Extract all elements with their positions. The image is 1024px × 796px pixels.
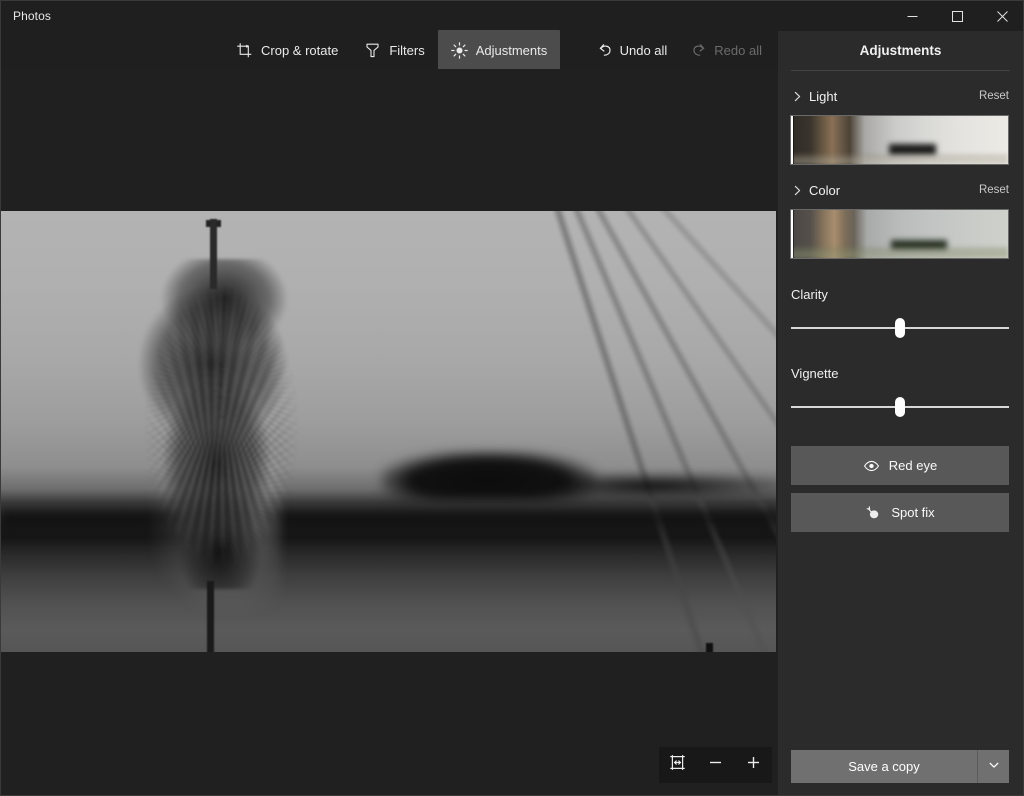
photo-shoreline-far — [561, 473, 776, 499]
red-eye-button[interactable]: Red eye — [791, 446, 1009, 485]
clarity-block: Clarity — [791, 287, 1009, 338]
eye-icon — [863, 457, 880, 474]
edited-photo — [1, 211, 776, 652]
adjustments-panel: Adjustments Light Reset Color Reset Clar… — [778, 31, 1023, 795]
zoom-in-button[interactable] — [736, 749, 770, 781]
section-light-reset[interactable]: Reset — [979, 90, 1009, 102]
fit-to-window-icon — [669, 754, 686, 776]
app-title: Photos — [13, 9, 51, 23]
fit-to-window-button[interactable] — [661, 749, 695, 781]
adjustments-brightness-icon — [450, 41, 468, 59]
close-button[interactable] — [980, 1, 1023, 31]
spot-fix-label: Spot fix — [891, 505, 935, 520]
light-preview-thumbnail — [791, 116, 1008, 164]
section-header-light[interactable]: Light Reset — [789, 83, 1009, 109]
editor-toolbar: Crop & rotate Filters Adjustments Undo a… — [1, 28, 780, 72]
color-thumbnail-image — [791, 210, 1008, 258]
photos-app-window: Photos Crop & rotate Filters Adjustments… — [0, 0, 1024, 796]
vignette-block: Vignette — [791, 366, 1009, 417]
crop-rotate-icon — [236, 42, 253, 59]
undo-icon — [597, 42, 613, 58]
clarity-slider-handle[interactable] — [895, 318, 905, 338]
tab-adjustments-label: Adjustments — [475, 42, 548, 58]
clarity-slider[interactable] — [791, 318, 1009, 338]
title-bar: Photos — [1, 1, 1023, 31]
color-preview-slider[interactable] — [790, 209, 1009, 259]
chevron-right-icon — [789, 182, 805, 198]
spot-fix-button[interactable]: Spot fix — [791, 493, 1009, 532]
section-header-color[interactable]: Color Reset — [789, 177, 1009, 203]
minimize-icon — [907, 11, 918, 22]
vignette-label: Vignette — [791, 366, 839, 381]
tool-group: Crop & rotate Filters Adjustments — [223, 28, 561, 72]
photo-stem-lower — [207, 581, 214, 652]
photo-grass-blades — [476, 211, 776, 652]
minus-icon — [707, 754, 724, 776]
vignette-slider[interactable] — [791, 397, 1009, 417]
redo-all-label: Redo all — [714, 42, 762, 58]
color-thumbnail-foreground — [791, 247, 1008, 258]
photo-cattail-seed-fluff — [119, 253, 324, 598]
tab-crop-rotate-label: Crop & rotate — [261, 42, 339, 58]
zoom-toolbar — [659, 747, 772, 783]
minimize-button[interactable] — [890, 1, 935, 31]
undo-all-label: Undo all — [619, 42, 668, 58]
panel-title: Adjustments — [859, 43, 942, 58]
chevron-down-icon — [988, 758, 1000, 776]
close-icon — [997, 10, 1008, 22]
tab-adjustments[interactable]: Adjustments — [437, 30, 561, 70]
vignette-slider-handle[interactable] — [895, 397, 905, 417]
tab-filters[interactable]: Filters — [351, 30, 437, 70]
photo-distant-speck — [706, 643, 713, 652]
window-controls — [890, 1, 1023, 31]
light-thumbnail-image — [791, 116, 1008, 164]
photo-stem-upper — [210, 219, 217, 289]
image-canvas-area[interactable] — [1, 69, 780, 795]
undo-redo-group: Undo all Redo all — [585, 28, 774, 72]
save-a-copy-row: Save a copy — [791, 750, 1009, 783]
section-color-reset[interactable]: Reset — [979, 184, 1009, 196]
color-preview-thumbnail — [791, 210, 1008, 258]
tab-crop-rotate[interactable]: Crop & rotate — [223, 30, 351, 70]
tab-filters-label: Filters — [389, 42, 425, 58]
red-eye-label: Red eye — [888, 458, 938, 473]
undo-all-button[interactable]: Undo all — [585, 30, 680, 70]
zoom-out-button[interactable] — [698, 749, 732, 781]
light-preview-slider[interactable] — [790, 115, 1009, 165]
maximize-button[interactable] — [935, 1, 980, 31]
save-a-copy-button[interactable]: Save a copy — [791, 750, 978, 783]
redo-icon — [691, 42, 707, 58]
photo-waterline — [1, 511, 776, 537]
color-slider-handle[interactable] — [791, 210, 793, 258]
clarity-label: Clarity — [791, 287, 828, 302]
spot-fix-icon — [865, 504, 882, 521]
light-thumbnail-foreground — [791, 154, 1008, 164]
section-color-label: Color — [809, 182, 841, 198]
save-options-dropdown-button[interactable] — [978, 750, 1009, 783]
redo-all-button[interactable]: Redo all — [679, 30, 774, 70]
section-light-label: Light — [809, 88, 838, 104]
light-slider-handle[interactable] — [791, 116, 793, 164]
chevron-right-icon — [789, 88, 805, 104]
maximize-icon — [952, 10, 963, 22]
plus-icon — [745, 754, 762, 776]
panel-title-divider — [791, 70, 1010, 71]
filters-icon — [364, 42, 381, 59]
